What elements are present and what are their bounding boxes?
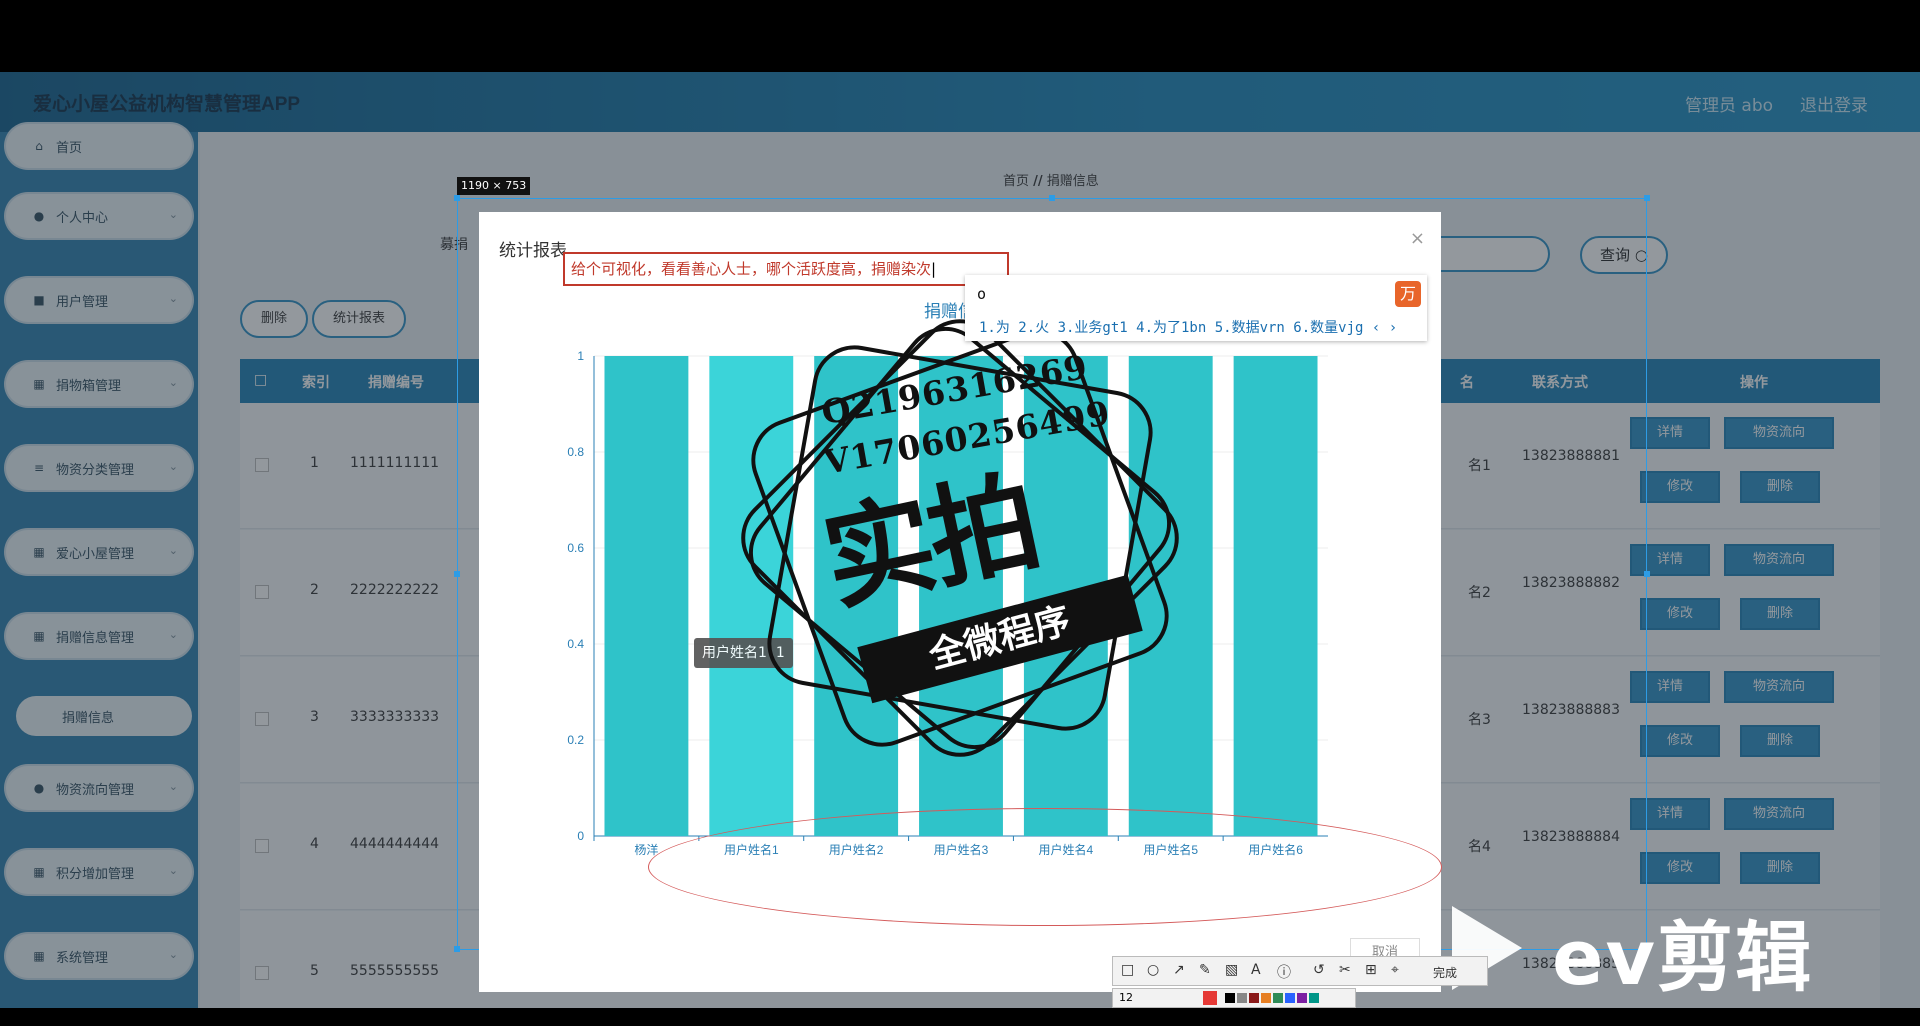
- resize-handle[interactable]: [1049, 195, 1055, 201]
- resize-handle[interactable]: [454, 571, 460, 577]
- color-swatch[interactable]: [1273, 993, 1283, 1003]
- text-tool-icon[interactable]: A: [1251, 962, 1261, 978]
- color-swatch[interactable]: [1249, 993, 1259, 1003]
- close-icon[interactable]: ×: [1410, 228, 1425, 249]
- chevron-right-icon[interactable]: ‹ ›: [1372, 320, 1397, 336]
- rect-tool-icon[interactable]: □: [1121, 962, 1134, 978]
- arrow-tool-icon[interactable]: ↗: [1173, 962, 1185, 978]
- y-tick-label: 0.4: [567, 637, 584, 651]
- ev-watermark-logo: ev剪辑: [1552, 913, 1814, 1002]
- color-swatch[interactable]: [1203, 991, 1217, 1005]
- annotation-text: 给个可视化，看看善心人士，哪个活跃度高，捐赠染次: [571, 260, 932, 278]
- color-swatch[interactable]: [1285, 993, 1295, 1003]
- ime-candidate-list[interactable]: 1.为 2.火 3.业务gt1 4.为了1bn 5.数据vrn 6.数量vjg …: [979, 317, 1397, 337]
- y-tick-label: 0.8: [567, 445, 584, 459]
- bar: [604, 356, 689, 836]
- y-tick-label: 0: [577, 829, 584, 843]
- mosaic-tool-icon[interactable]: ▧: [1225, 962, 1238, 978]
- ime-input-text: o: [977, 285, 987, 303]
- color-swatch[interactable]: [1225, 993, 1235, 1003]
- y-tick-label: 0.6: [567, 541, 584, 555]
- ellipse-tool-icon[interactable]: ○: [1147, 962, 1159, 978]
- resize-handle[interactable]: [1644, 195, 1650, 201]
- color-swatch[interactable]: [1309, 993, 1319, 1003]
- annotation-ellipse: [648, 808, 1442, 926]
- pin-icon[interactable]: ⌖: [1391, 962, 1399, 978]
- font-size-select[interactable]: 12: [1119, 991, 1133, 1004]
- number-tool-icon[interactable]: ⓘ: [1277, 962, 1291, 982]
- annotation-text-box[interactable]: 给个可视化，看看善心人士，哪个活跃度高，捐赠染次|: [563, 252, 1009, 286]
- ime-candidates: 1.为 2.火 3.业务gt1 4.为了1bn 5.数据vrn 6.数量vjg: [979, 320, 1364, 336]
- ime-candidate-window: o 万 1.为 2.火 3.业务gt1 4.为了1bn 5.数据vrn 6.数量…: [965, 275, 1427, 341]
- y-tick-label: 1: [577, 349, 584, 363]
- snip-toolbar: □ ○ ↗ ✎ ▧ A ⓘ ↺ ✂ ⊞ ⌖ 完成: [1112, 956, 1488, 986]
- y-tick-label: 0.2: [567, 733, 584, 747]
- snip-color-palette: 12: [1112, 988, 1356, 1008]
- screen: 爱心小屋公益机构智慧管理APP 管理员 abo 退出登录 ⌂首页 ●个人中心⌄ …: [0, 0, 1920, 1026]
- done-button[interactable]: 完成: [1433, 964, 1457, 981]
- bar: [1233, 356, 1318, 836]
- resize-handle[interactable]: [454, 946, 460, 952]
- selection-size-label: 1190 × 753: [457, 177, 531, 195]
- ocr-icon[interactable]: ⊞: [1365, 962, 1377, 978]
- resize-handle[interactable]: [1644, 571, 1650, 577]
- resize-handle[interactable]: [454, 195, 460, 201]
- undo-icon[interactable]: ↺: [1313, 962, 1325, 978]
- cut-icon[interactable]: ✂: [1339, 962, 1351, 978]
- color-swatch[interactable]: [1261, 993, 1271, 1003]
- ime-logo-icon: 万: [1395, 281, 1421, 307]
- pen-tool-icon[interactable]: ✎: [1199, 962, 1211, 978]
- color-swatch[interactable]: [1237, 993, 1247, 1003]
- dialog-title: 统计报表: [499, 241, 567, 261]
- color-swatch[interactable]: [1297, 993, 1307, 1003]
